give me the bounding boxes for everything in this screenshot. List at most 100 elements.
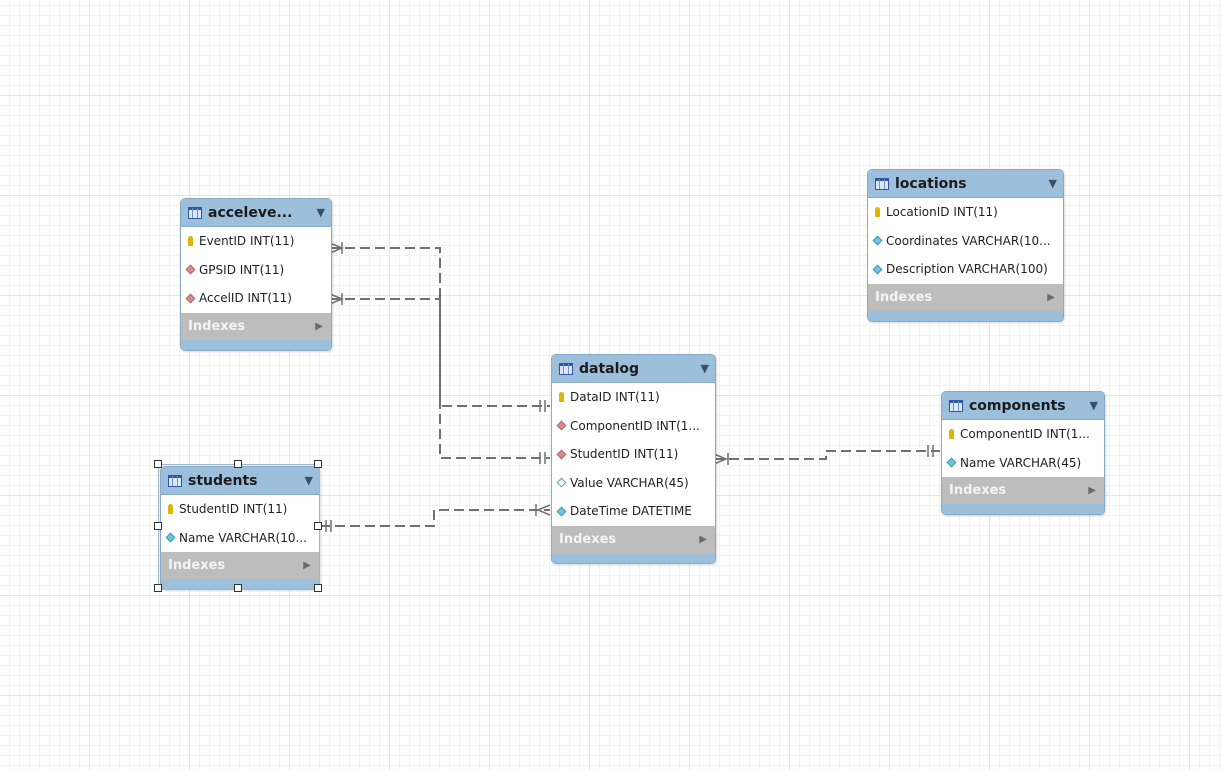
table-header[interactable]: students ▼ <box>161 467 319 495</box>
column-diamond-icon <box>165 532 176 543</box>
table-icon <box>188 206 202 219</box>
column-row[interactable]: Description VARCHAR(100) <box>868 255 1063 284</box>
key-icon <box>559 392 564 403</box>
table-name: students <box>188 472 258 489</box>
one-bar-students <box>325 520 332 532</box>
column-diamond-icon <box>872 235 883 246</box>
column-label: StudentID INT(11) <box>570 447 679 462</box>
foreign-key-diamond-icon <box>185 293 196 304</box>
key-icon <box>949 429 954 440</box>
table-name: datalog <box>579 360 640 377</box>
column-label: ComponentID INT(1... <box>960 427 1090 442</box>
table-name: locations <box>895 175 967 192</box>
dropdown-triangle-icon[interactable]: ▼ <box>1090 399 1098 412</box>
dropdown-triangle-icon[interactable]: ▼ <box>317 206 325 219</box>
resize-handle-sw[interactable] <box>154 584 162 592</box>
column-label: Value VARCHAR(45) <box>570 475 689 490</box>
expand-arrow-icon[interactable]: ▶ <box>1047 292 1055 303</box>
table-students[interactable]: students ▼ StudentID INT(11) Name VARCHAR(1… <box>160 466 320 590</box>
foreign-key-diamond-icon <box>185 264 196 275</box>
column-label: GPSID INT(11) <box>199 262 285 277</box>
table-header[interactable]: acceleve... ▼ <box>181 199 331 227</box>
connector-acceleve-datalog-2 <box>330 298 550 459</box>
column-diamond-icon <box>872 264 883 275</box>
table-footer <box>942 504 1104 514</box>
table-icon <box>949 399 963 412</box>
column-diamond-icon <box>946 457 957 468</box>
nullable-column-diamond-icon <box>556 477 567 488</box>
column-row[interactable]: EventID INT(11) <box>181 227 331 256</box>
column-label: EventID INT(11) <box>199 234 295 249</box>
indexes-section[interactable]: Indexes ▶ <box>161 552 319 579</box>
table-footer <box>552 552 715 563</box>
column-row[interactable]: Name VARCHAR(10... <box>161 524 319 553</box>
table-components[interactable]: components ▼ ComponentID INT(1... Name VARC… <box>941 391 1105 515</box>
column-row[interactable]: GPSID INT(11) <box>181 256 331 285</box>
column-label: DateTime DATETIME <box>570 504 692 519</box>
indexes-section[interactable]: Indexes ▶ <box>552 525 715 553</box>
column-row[interactable]: StudentID INT(11) <box>161 495 319 524</box>
column-row[interactable]: Name VARCHAR(45) <box>942 449 1104 478</box>
key-icon <box>875 207 880 218</box>
resize-handle-e[interactable] <box>314 522 322 530</box>
expand-arrow-icon[interactable]: ▶ <box>303 560 311 571</box>
column-row[interactable]: Coordinates VARCHAR(10... <box>868 227 1063 256</box>
indexes-section[interactable]: Indexes ▶ <box>942 477 1104 504</box>
dropdown-triangle-icon[interactable]: ▼ <box>701 362 709 375</box>
dropdown-triangle-icon[interactable]: ▼ <box>305 474 313 487</box>
table-footer <box>868 310 1063 321</box>
dropdown-triangle-icon[interactable]: ▼ <box>1049 177 1057 190</box>
table-icon <box>875 177 889 190</box>
table-datalog[interactable]: datalog ▼ DataID INT(11) ComponentID INT(1.… <box>551 354 716 564</box>
column-row[interactable]: ComponentID INT(1... <box>942 420 1104 449</box>
expand-arrow-icon[interactable]: ▶ <box>1088 485 1096 496</box>
table-header[interactable]: components ▼ <box>942 392 1104 420</box>
resize-handle-s[interactable] <box>234 584 242 592</box>
column-label: Coordinates VARCHAR(10... <box>886 233 1051 248</box>
indexes-label: Indexes <box>875 289 933 305</box>
resize-handle-ne[interactable] <box>314 460 322 468</box>
column-row[interactable]: Value VARCHAR(45) <box>552 469 715 498</box>
column-label: AccelID INT(11) <box>199 291 292 306</box>
indexes-label: Indexes <box>559 531 617 547</box>
crowfoot-datalog-datetime <box>535 504 551 516</box>
resize-handle-se[interactable] <box>314 584 322 592</box>
column-label: Name VARCHAR(10... <box>179 530 307 545</box>
resize-handle-n[interactable] <box>234 460 242 468</box>
column-label: Description VARCHAR(100) <box>886 262 1048 277</box>
indexes-section[interactable]: Indexes ▶ <box>181 312 331 340</box>
expand-arrow-icon[interactable]: ▶ <box>315 321 323 332</box>
column-label: Name VARCHAR(45) <box>960 455 1082 470</box>
indexes-label: Indexes <box>188 318 246 334</box>
column-row[interactable]: DateTime DATETIME <box>552 497 715 526</box>
resize-handle-nw[interactable] <box>154 460 162 468</box>
table-acceleve[interactable]: acceleve... ▼ EventID INT(11) GPSID INT(11)… <box>180 198 332 351</box>
column-label: ComponentID INT(1... <box>570 418 700 433</box>
table-icon <box>559 362 573 375</box>
foreign-key-diamond-icon <box>556 449 567 460</box>
expand-arrow-icon[interactable]: ▶ <box>699 534 707 545</box>
crowfoot-datalog-components <box>713 453 729 465</box>
table-locations[interactable]: locations ▼ LocationID INT(11) Coordinates … <box>867 169 1064 322</box>
indexes-label: Indexes <box>949 483 1007 498</box>
one-bar-datalog-2 <box>539 452 546 464</box>
table-icon <box>168 474 182 487</box>
indexes-section[interactable]: Indexes ▶ <box>868 283 1063 311</box>
column-diamond-icon <box>556 506 567 517</box>
connector-acceleve-datalog-1 <box>330 247 550 407</box>
table-header[interactable]: datalog ▼ <box>552 355 715 383</box>
table-header[interactable]: locations ▼ <box>868 170 1063 198</box>
column-row[interactable]: LocationID INT(11) <box>868 198 1063 227</box>
connector-datalog-components <box>714 450 940 460</box>
column-row[interactable]: StudentID INT(11) <box>552 440 715 469</box>
column-row[interactable]: DataID INT(11) <box>552 383 715 412</box>
key-icon <box>188 236 193 247</box>
column-label: DataID INT(11) <box>570 390 660 405</box>
column-label: StudentID INT(11) <box>179 502 288 517</box>
connector-students-datalog <box>320 509 550 527</box>
column-row[interactable]: ComponentID INT(1... <box>552 412 715 441</box>
indexes-label: Indexes <box>168 558 226 573</box>
one-bar-components <box>927 445 934 457</box>
column-row[interactable]: AccelID INT(11) <box>181 284 331 313</box>
resize-handle-w[interactable] <box>154 522 162 530</box>
